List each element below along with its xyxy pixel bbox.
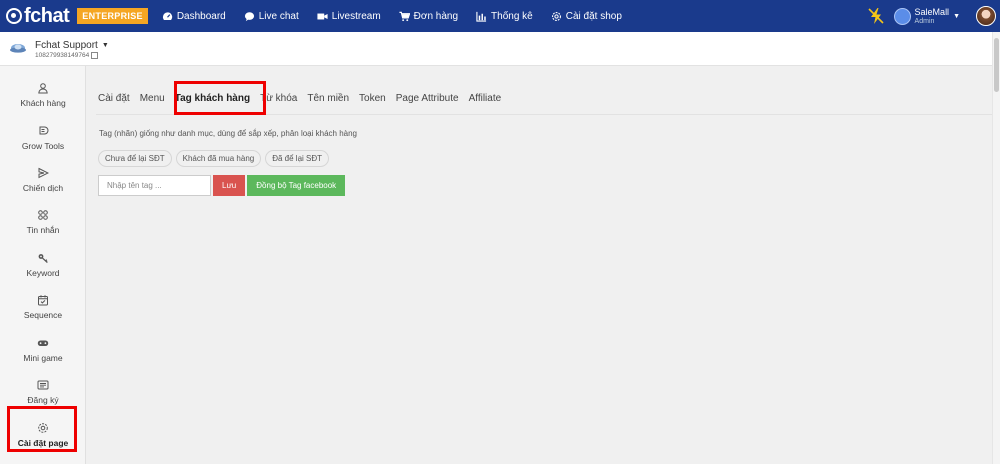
tab-keywords[interactable]: Từ khóa [260,91,297,106]
sidebar-item-label: Grow Tools [21,141,65,151]
tag-list: Chưa để lại SĐT Khách đã mua hàng Đã để … [98,150,333,167]
chevron-down-icon: ▼ [953,12,960,20]
page-name: Fchat Support [35,40,98,51]
user-name: SaleMall [914,6,950,17]
tag-chip[interactable]: Khách đã mua hàng [175,150,262,167]
sidebar-item-keyword[interactable]: Keyword [0,244,86,286]
list-icon [37,380,49,390]
sidebar: Khách hàng Grow Tools Chiến dịch Tin nhắ… [0,66,86,464]
nav-label: Thống kê [491,10,533,22]
sidebar-item-label: Đăng ký [27,395,59,405]
nav-shop-settings[interactable]: Cài đặt shop [551,11,622,22]
profile-picture[interactable] [976,6,996,26]
page-id: 108279938149764 [35,52,90,59]
fchat-logo-icon [6,8,22,24]
tab-page-attribute[interactable]: Page Attribute [396,91,459,106]
fchat-logo[interactable]: fchat [6,0,70,32]
gear-icon [551,11,562,22]
logo-text: fchat [24,4,70,27]
calendar-check-icon [38,295,48,306]
grow-tools-icon [39,126,49,135]
copy-icon[interactable] [91,52,99,59]
nav-label: Dashboard [176,10,226,22]
tab-customer-tags[interactable]: Tag khách hàng [175,91,250,106]
settings-tabs: Cài đặt Menu Tag khách hàng Từ khóa Tên … [86,86,986,110]
nav-live-chat[interactable]: Live chat [244,11,299,22]
key-icon [38,254,48,263]
flash-off-icon[interactable] [866,6,886,26]
send-icon [38,167,49,179]
main-content: Cài đặt Menu Tag khách hàng Từ khóa Tên … [86,66,1000,464]
tab-affiliate[interactable]: Affiliate [469,91,502,106]
main-nav: Dashboard Live chat Livestream Đơn hàng … [162,11,640,22]
nav-label: Cài đặt shop [565,10,622,22]
save-tag-button[interactable]: Lưu [213,175,246,196]
tab-domain[interactable]: Tên miền [307,91,349,106]
tag-chip[interactable]: Đã để lại SĐT [265,150,330,167]
sidebar-item-mini-game[interactable]: Mini game [0,329,86,371]
sidebar-item-customers[interactable]: Khách hàng [0,74,86,116]
page-selector[interactable]: Fchat Support ▼ [35,40,109,51]
plan-badge: ENTERPRISE [77,8,148,24]
nav-livestream[interactable]: Livestream [317,11,381,22]
sidebar-item-campaigns[interactable]: Chiến dịch [0,159,86,201]
tab-settings[interactable]: Cài đặt [98,91,130,106]
sidebar-item-label: Sequence [23,310,63,320]
tag-name-input[interactable] [98,175,211,196]
nav-statistics[interactable]: Thống kê [476,11,533,22]
tag-chip[interactable]: Chưa để lại SĐT [98,150,172,167]
vertical-scrollbar[interactable] [992,32,1000,464]
tabs-divider [96,114,996,115]
user-menu[interactable]: SaleMall Admin ▼ [893,6,960,25]
nav-label: Live chat [258,10,299,22]
sidebar-item-label: Chiến dịch [22,183,64,193]
tab-token[interactable]: Token [359,91,386,106]
sidebar-item-label: Cài đặt page [17,438,69,448]
bar-chart-icon [476,11,487,22]
nav-orders[interactable]: Đơn hàng [399,11,458,22]
user-role: Admin [914,17,935,25]
sidebar-item-label: Khách hàng [20,98,66,108]
user-avatar [893,7,911,25]
nav-dashboard[interactable]: Dashboard [162,11,226,22]
message-grid-icon [38,210,48,220]
cart-icon [399,11,410,22]
page-id-row: 108279938149764 [35,52,99,59]
topbar-right: SaleMall Admin ▼ [866,0,1000,32]
sync-facebook-tags-button[interactable]: Đồng bộ Tag facebook [247,175,346,196]
sidebar-item-register[interactable]: Đăng ký [0,371,86,413]
sidebar-item-page-settings[interactable]: Cài đặt page [0,414,86,456]
top-navbar: fchat ENTERPRISE Dashboard Live chat Liv… [0,0,1000,32]
nav-label: Livestream [331,10,381,22]
user-icon [38,83,48,94]
nav-label: Đơn hàng [413,10,459,22]
sidebar-item-messages[interactable]: Tin nhắn [0,201,86,243]
gear-icon [38,423,48,433]
chevron-down-icon: ▼ [101,42,109,49]
sidebar-item-grow-tools[interactable]: Grow Tools [0,117,86,159]
gamepad-icon [37,340,49,346]
tag-description: Tag (nhãn) giống như danh mục, dùng để s… [99,129,357,138]
tab-menu[interactable]: Menu [140,91,165,106]
dashboard-icon [162,11,173,22]
sidebar-item-label: Tin nhắn [26,225,60,235]
video-camera-icon [317,11,328,22]
user-info: SaleMall Admin [914,6,950,25]
sidebar-item-label: Mini game [23,353,63,363]
chat-bubble-icon [244,11,255,22]
page-header: Fchat Support ▼ 108279938149764 [0,32,1000,66]
sidebar-item-label: Keyword [26,268,60,278]
add-tag-form: Lưu Đồng bộ Tag facebook [98,175,346,196]
page-avatar-icon[interactable] [9,42,27,56]
scrollbar-thumb[interactable] [994,38,999,92]
sidebar-item-sequence[interactable]: Sequence [0,286,86,328]
